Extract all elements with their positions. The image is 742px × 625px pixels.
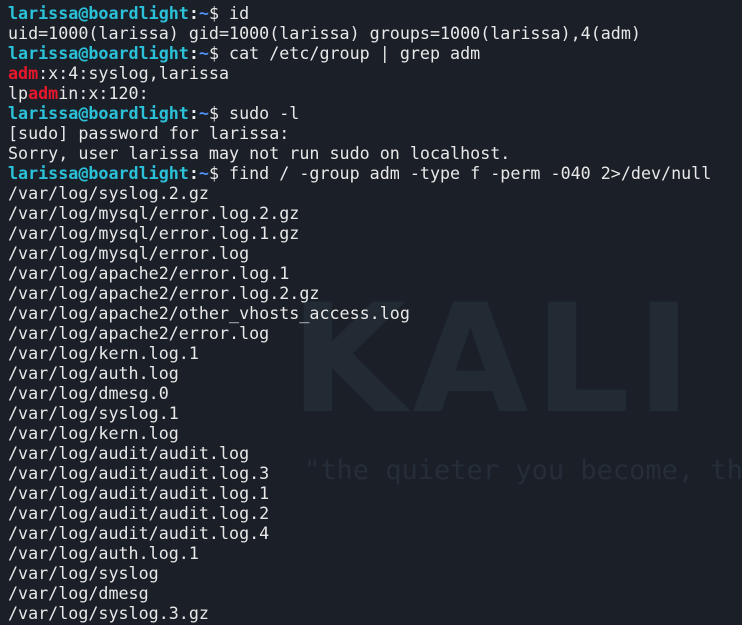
output-line: /var/log/kern.log xyxy=(8,423,179,443)
grep-match-highlight: adm xyxy=(8,63,39,83)
prompt-user-host: larissa@boardlight xyxy=(8,43,189,63)
grep-match-highlight: adm xyxy=(28,83,59,103)
prompt-path: ~ xyxy=(198,43,209,63)
output-line: /var/log/audit/audit.log.1 xyxy=(8,483,270,503)
terminal-window[interactable]: KALI LINUX "the quieter you become, the … xyxy=(0,0,742,625)
output-line: /var/log/audit/audit.log.4 xyxy=(8,523,270,543)
output-line: /var/log/mysql/error.log xyxy=(8,243,250,263)
command-line: larissa@boardlight:~$ id xyxy=(8,3,742,23)
prompt-path: ~ xyxy=(198,163,209,183)
output-line: /var/log/audit/audit.log.2 xyxy=(8,503,270,523)
output-line: /var/log/mysql/error.log.1.gz xyxy=(8,223,300,243)
command-line: larissa@boardlight:~$ sudo -l xyxy=(8,103,742,123)
grep-match-line: adm:x:4:syslog,larissa xyxy=(8,63,742,83)
grep-match-line: lpadmin:x:120: xyxy=(8,83,742,103)
output-line: Sorry, user larissa may not run sudo on … xyxy=(8,143,511,163)
prompt-separator: : xyxy=(188,163,199,183)
output-text: in:x:120: xyxy=(58,83,149,103)
prompt-symbol: $ xyxy=(208,3,219,23)
output-line: /var/log/audit/audit.log.3 xyxy=(8,463,270,483)
prompt-separator: : xyxy=(188,103,199,123)
terminal-output[interactable]: larissa@boardlight:~$ id uid=1000(larissa… xyxy=(8,3,742,623)
prompt-symbol: $ xyxy=(208,43,219,63)
output-line: [sudo] password for larissa: xyxy=(8,123,290,143)
output-text: lp xyxy=(8,83,29,103)
prompt-symbol: $ xyxy=(208,103,219,123)
output-line: /var/log/dmesg xyxy=(8,583,149,603)
output-text: :x:4:syslog,larissa xyxy=(38,63,230,83)
output-line: /var/log/audit/audit.log xyxy=(8,443,250,463)
prompt-path: ~ xyxy=(198,3,209,23)
prompt-user-host: larissa@boardlight xyxy=(8,103,189,123)
output-line: /var/log/apache2/other_vhosts_access.log xyxy=(8,303,410,323)
prompt-separator: : xyxy=(188,3,199,23)
output-line: uid=1000(larissa) gid=1000(larissa) grou… xyxy=(8,23,641,43)
output-line: /var/log/kern.log.1 xyxy=(8,343,199,363)
command-line: larissa@boardlight:~$ find / -group adm … xyxy=(8,163,742,183)
prompt-symbol: $ xyxy=(208,163,219,183)
output-line: /var/log/syslog.2.gz xyxy=(8,183,209,203)
output-line: /var/log/syslog xyxy=(8,563,159,583)
output-line: /var/log/mysql/error.log.2.gz xyxy=(8,203,300,223)
command-text: cat /etc/group | grep adm xyxy=(218,43,481,63)
prompt-user-host: larissa@boardlight xyxy=(8,163,189,183)
output-line: /var/log/apache2/error.log xyxy=(8,323,270,343)
output-line: /var/log/syslog.1 xyxy=(8,403,179,423)
output-line: /var/log/dmesg.0 xyxy=(8,383,169,403)
command-text: sudo -l xyxy=(218,103,300,123)
output-line: /var/log/apache2/error.log.2.gz xyxy=(8,283,320,303)
prompt-user-host: larissa@boardlight xyxy=(8,3,189,23)
command-text: find / -group adm -type f -perm -040 2>/… xyxy=(218,163,712,183)
output-line: /var/log/apache2/error.log.1 xyxy=(8,263,290,283)
command-text: id xyxy=(218,3,250,23)
output-line: /var/log/syslog.3.gz xyxy=(8,603,209,623)
prompt-path: ~ xyxy=(198,103,209,123)
output-line: /var/log/auth.log.1 xyxy=(8,543,199,563)
prompt-separator: : xyxy=(188,43,199,63)
command-line: larissa@boardlight:~$ cat /etc/group | g… xyxy=(8,43,742,63)
output-line: /var/log/auth.log xyxy=(8,363,179,383)
